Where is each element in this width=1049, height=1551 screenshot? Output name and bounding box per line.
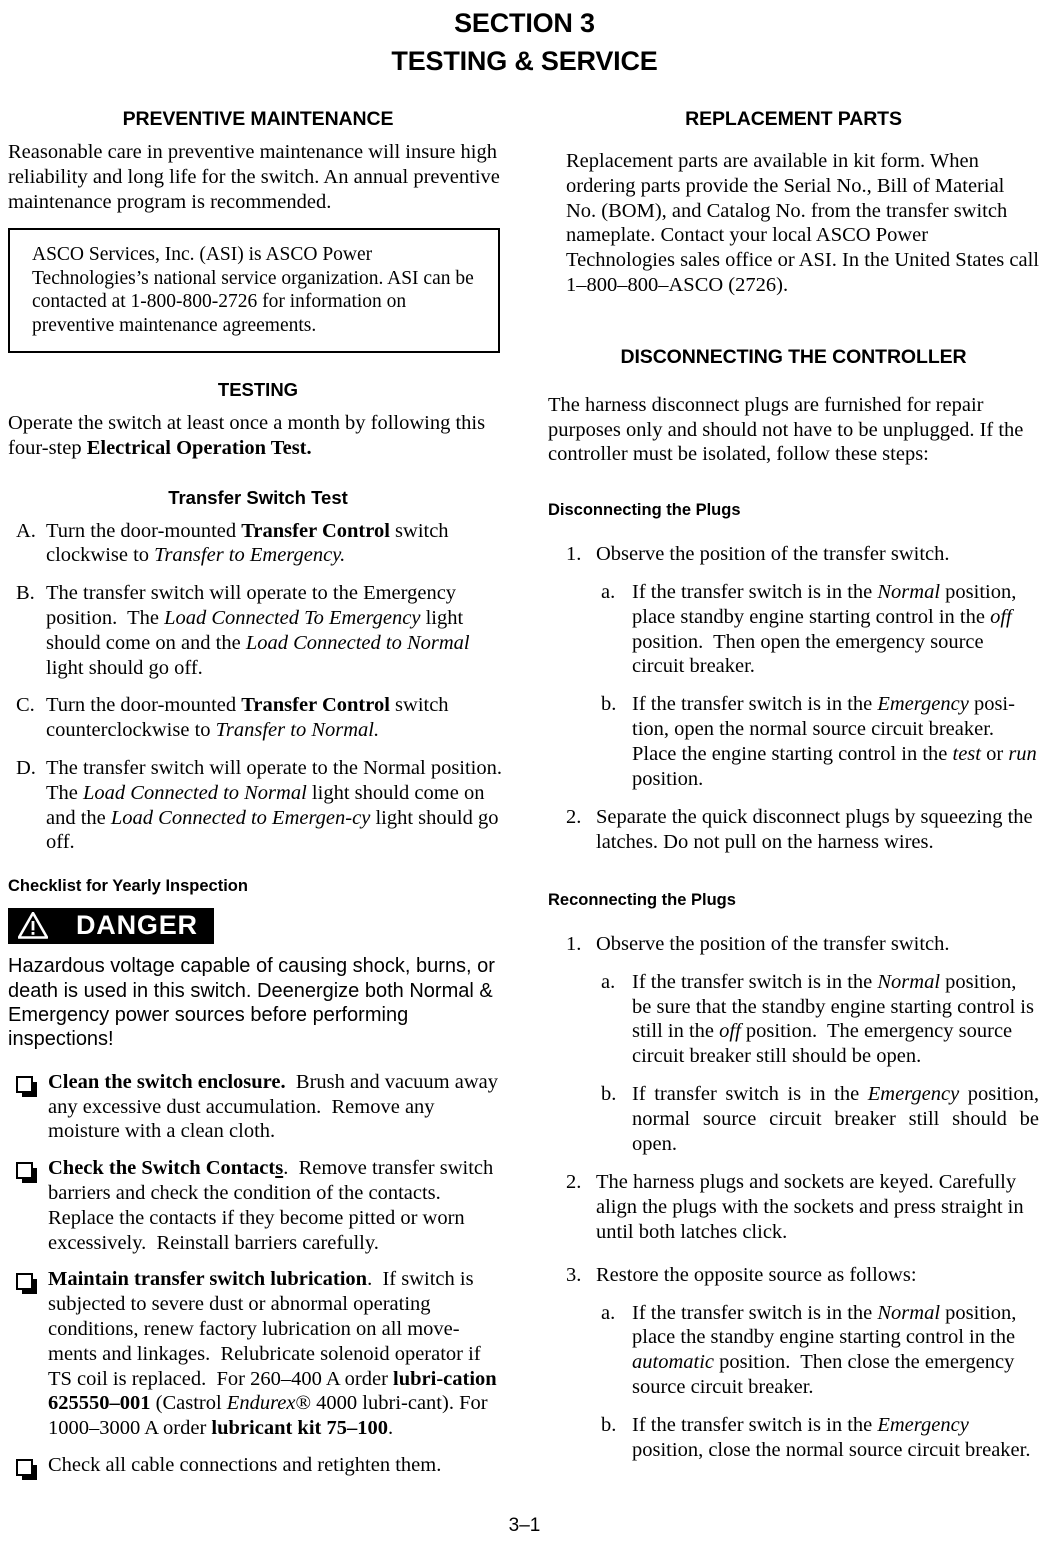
asco-services-callout-box: ASCO Services, Inc. (ASI) is ASCO Power … — [8, 228, 500, 354]
disconnecting-plugs-steps-cont: 2. Separate the quick disconnect plugs b… — [552, 805, 1039, 855]
reconnecting-plugs-step-3: 3. Restore the opposite source as follow… — [552, 1263, 1039, 1288]
step-text: Turn the door-mounted Transfer Control s… — [46, 519, 449, 567]
list-item: Maintain transfer switch lubrication. If… — [8, 1267, 508, 1441]
yearly-inspection-checklist: Clean the switch enclosure. Brush and va… — [8, 1070, 508, 1483]
list-item: D. The transfer switch will operate to t… — [8, 756, 508, 855]
step-marker: B. — [16, 582, 35, 605]
paragraph-preventive-maintenance: Reasonable care in preventive maintenanc… — [8, 141, 500, 213]
substep-marker: a. — [601, 970, 616, 993]
step-text: The transfer switch will operate to the … — [46, 582, 470, 679]
substep-marker: b. — [601, 693, 617, 716]
checklist-item-text: Maintain transfer switch lubrication. If… — [48, 1268, 497, 1440]
step-text: Turn the door-mounted Transfer Control s… — [46, 694, 449, 742]
reconnecting-plugs-substeps-1: a. If the transfer switch is in the Norm… — [592, 970, 1039, 1157]
list-item: 1. Observe the position of the transfer … — [552, 932, 1039, 957]
list-item: Check the Switch Contacts. Remove transf… — [8, 1156, 508, 1255]
list-item: b. If transfer switch is in the Emergenc… — [592, 1082, 1039, 1156]
list-item: Check all cable connections and retighte… — [8, 1453, 508, 1483]
heading-preventive-maintenance: PREVENTIVE MAINTENANCE — [122, 108, 394, 131]
step-text: The harness plugs and sockets are keyed.… — [596, 1171, 1024, 1243]
list-item: C. Turn the door-mounted Transfer Contro… — [8, 693, 508, 743]
danger-banner: DANGER — [8, 908, 214, 945]
step-marker: 2. — [566, 1171, 582, 1194]
heading-disconnecting-the-plugs: Disconnecting the Plugs — [548, 501, 741, 520]
substep-text: If the transfer switch is in the Emergen… — [632, 693, 1037, 790]
list-item: Clean the switch enclosure. Brush and va… — [8, 1070, 508, 1144]
step-marker: 2. — [566, 806, 582, 829]
disconnecting-plugs-substeps-1: a. If the transfer switch is in the Norm… — [592, 580, 1039, 791]
two-column-body: PREVENTIVE MAINTENANCE Reasonable care i… — [0, 108, 1049, 1495]
list-item: a. If the transfer switch is in the Norm… — [592, 580, 1039, 679]
checklist-item-text: Clean the switch enclosure. Brush and va… — [48, 1070, 498, 1143]
step-text: Restore the opposite source as follows: — [596, 1263, 917, 1286]
transfer-switch-test-steps: A. Turn the door-mounted Transfer Contro… — [8, 519, 508, 856]
right-column: REPLACEMENT PARTS Replacement parts are … — [548, 108, 1039, 1475]
reconnecting-plugs-substeps-3: a. If the transfer switch is in the Norm… — [592, 1301, 1039, 1463]
checkbox-icon[interactable] — [8, 1267, 48, 1441]
substep-text: If the transfer switch is in the Normal … — [632, 1301, 1017, 1398]
paragraph-testing-intro: Operate the switch at least once a month… — [8, 411, 508, 461]
disconnecting-plugs-steps: 1. Observe the position of the transfer … — [552, 542, 1039, 567]
substep-text: If the transfer switch is in the Emergen… — [632, 1413, 1031, 1461]
section-title-line2: TESTING & SERVICE — [391, 45, 658, 76]
step-marker: 1. — [566, 933, 582, 956]
list-item: a. If the transfer switch is in the Norm… — [592, 970, 1039, 1069]
checklist-item-text: Check all cable connections and retighte… — [48, 1453, 442, 1476]
substep-text: If transfer switch is in the Emergency p… — [632, 1083, 1039, 1155]
substep-marker: b. — [601, 1083, 617, 1106]
checkbox-icon[interactable] — [8, 1156, 48, 1255]
step-marker: 1. — [566, 543, 582, 566]
list-item: b. If the transfer switch is in the Emer… — [592, 1413, 1039, 1463]
danger-label: DANGER — [76, 910, 198, 941]
heading-transfer-switch-test: Transfer Switch Test — [168, 486, 348, 508]
step-marker: A. — [16, 519, 36, 542]
document-page: SECTION 3 TESTING & SERVICE PREVENTIVE M… — [0, 6, 1049, 1551]
substep-marker: b. — [601, 1413, 617, 1436]
step-marker: D. — [16, 757, 36, 780]
paragraph-disconnecting-controller: The harness disconnect plugs are furnish… — [548, 393, 1024, 466]
heading-testing: TESTING — [217, 379, 299, 401]
substep-marker: a. — [601, 1301, 616, 1324]
page-number: 3–1 — [508, 1515, 541, 1536]
checkbox-icon[interactable] — [8, 1453, 48, 1483]
list-item: 2. Separate the quick disconnect plugs b… — [552, 805, 1039, 855]
substep-text: If the transfer switch is in the Normal … — [632, 970, 1034, 1068]
warning-triangle-icon — [17, 911, 49, 940]
list-item: 3. Restore the opposite source as follow… — [552, 1263, 1039, 1288]
step-marker: 3. — [566, 1263, 582, 1286]
heading-replacement-parts: REPLACEMENT PARTS — [685, 108, 902, 131]
list-item: B. The transfer switch will operate to t… — [8, 581, 508, 680]
left-column: PREVENTIVE MAINTENANCE Reasonable care i… — [8, 108, 508, 1495]
list-item: a. If the transfer switch is in the Norm… — [592, 1301, 1039, 1400]
list-item: 1. Observe the position of the transfer … — [552, 542, 1039, 567]
danger-message: Hazardous voltage capable of causing sho… — [8, 955, 495, 1051]
substep-marker: a. — [601, 581, 616, 604]
list-item: b. If the transfer switch is in the Emer… — [592, 692, 1039, 791]
step-marker: C. — [16, 694, 35, 717]
step-text: The transfer switch will operate to the … — [46, 757, 508, 854]
step-text: Observe the position of the transfer swi… — [596, 543, 950, 566]
list-item: A. Turn the door-mounted Transfer Contro… — [8, 519, 508, 569]
reconnecting-plugs-step-2: 2. The harness plugs and sockets are key… — [552, 1170, 1039, 1244]
section-title-line1: SECTION 3 — [454, 8, 595, 38]
checkbox-icon[interactable] — [8, 1070, 48, 1144]
asco-services-callout-text: ASCO Services, Inc. (ASI) is ASCO Power … — [32, 244, 474, 336]
reconnecting-plugs-steps: 1. Observe the position of the transfer … — [552, 932, 1039, 957]
checklist-item-text: Check the Switch Contacts. Remove transf… — [48, 1157, 494, 1254]
testing-intro-bold: Electrical Operation Test. — [86, 436, 312, 459]
paragraph-replacement-parts: Replacement parts are available in kit f… — [566, 150, 1039, 297]
substep-text: If the transfer switch is in the Normal … — [632, 581, 1017, 678]
heading-checklist-yearly-inspection: Checklist for Yearly Inspection — [8, 877, 248, 896]
heading-disconnecting-the-controller: DISCONNECTING THE CONTROLLER — [620, 345, 967, 368]
step-text: Separate the quick disconnect plugs by s… — [596, 806, 1033, 854]
list-item: 2. The harness plugs and sockets are key… — [552, 1170, 1039, 1244]
step-text: Observe the position of the transfer swi… — [596, 933, 950, 956]
heading-reconnecting-the-plugs: Reconnecting the Plugs — [548, 891, 736, 910]
section-title: SECTION 3 TESTING & SERVICE — [0, 6, 1049, 78]
